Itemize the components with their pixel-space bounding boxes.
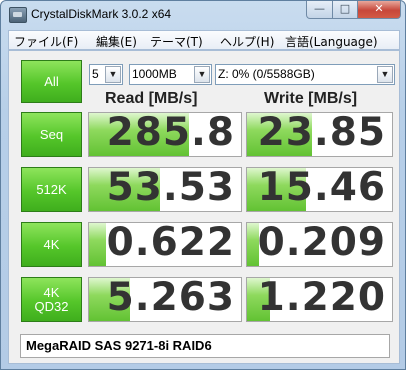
write-result-seq: 23.85 (246, 112, 393, 157)
read-header: Read [MB/s] (105, 90, 198, 107)
menu-file[interactable]: ファイル(F) (14, 33, 78, 50)
read-value: 0.622 (106, 222, 235, 265)
write-value: 23.85 (257, 112, 386, 155)
read-bar (89, 223, 106, 266)
menu-language[interactable]: 言語(Language) (285, 33, 378, 50)
read-result-seq: 285.8 (88, 112, 242, 157)
all-button-label: All (44, 73, 59, 89)
read-value: 285.8 (106, 112, 235, 155)
title-bar[interactable]: CrystalDiskMark 3.0.2 x64 — □ ✕ (1, 1, 405, 29)
read-result-4k: 0.622 (88, 222, 242, 267)
main-panel: All 5 ▼ 1000MB ▼ Z: 0% (0/5588GB) ▼ Read… (8, 50, 400, 364)
comment-field[interactable]: MegaRAID SAS 9271-8i RAID6 (20, 334, 390, 358)
write-value: 0.209 (257, 222, 386, 265)
seq-button[interactable]: Seq (21, 112, 82, 157)
menu-help[interactable]: ヘルプ(H) (220, 33, 274, 50)
write-result-512k: 15.46 (246, 167, 393, 212)
write-value: 1.220 (257, 277, 386, 320)
chevron-down-icon: ▼ (105, 66, 121, 83)
read-result-4k-qd32: 5.263 (88, 277, 242, 322)
write-header: Write [MB/s] (264, 90, 358, 107)
read-value: 53.53 (106, 167, 235, 210)
test-sublabel: QD32 (34, 298, 69, 314)
all-button[interactable]: All (21, 60, 82, 103)
minimize-button[interactable]: — (306, 1, 333, 19)
read-value: 5.263 (106, 277, 235, 320)
menu-bar: ファイル(F) 編集(E) テーマ(T) ヘルプ(H) 言語(Language) (8, 30, 400, 50)
test-label: 4K (43, 236, 60, 252)
maximize-button[interactable]: □ (332, 1, 358, 19)
write-result-4k-qd32: 1.220 (246, 277, 393, 322)
app-window: CrystalDiskMark 3.0.2 x64 — □ ✕ ファイル(F) … (0, 0, 406, 370)
drive-value: Z: 0% (0/5588GB) (218, 67, 315, 81)
512k-button[interactable]: 512K (21, 167, 82, 212)
4k-qd32-button[interactable]: 4K QD32 (21, 277, 82, 322)
run-count-select[interactable]: 5 ▼ (89, 64, 123, 85)
disk-icon (9, 7, 27, 23)
menu-edit[interactable]: 編集(E) (96, 33, 137, 50)
chevron-down-icon: ▼ (377, 66, 393, 83)
test-size-value: 1000MB (132, 67, 177, 81)
run-count-value: 5 (92, 67, 99, 81)
chevron-down-icon: ▼ (194, 66, 210, 83)
test-label: Seq (39, 126, 64, 142)
test-label: 4K (43, 284, 60, 300)
drive-select[interactable]: Z: 0% (0/5588GB) ▼ (215, 64, 395, 85)
test-label: 512K (36, 181, 67, 197)
menu-theme[interactable]: テーマ(T) (150, 33, 203, 50)
close-button[interactable]: ✕ (357, 1, 401, 19)
write-value: 15.46 (257, 167, 386, 210)
4k-button[interactable]: 4K (21, 222, 82, 267)
window-title: CrystalDiskMark 3.0.2 x64 (31, 7, 172, 21)
read-result-512k: 53.53 (88, 167, 242, 212)
test-size-select[interactable]: 1000MB ▼ (129, 64, 212, 85)
write-result-4k: 0.209 (246, 222, 393, 267)
